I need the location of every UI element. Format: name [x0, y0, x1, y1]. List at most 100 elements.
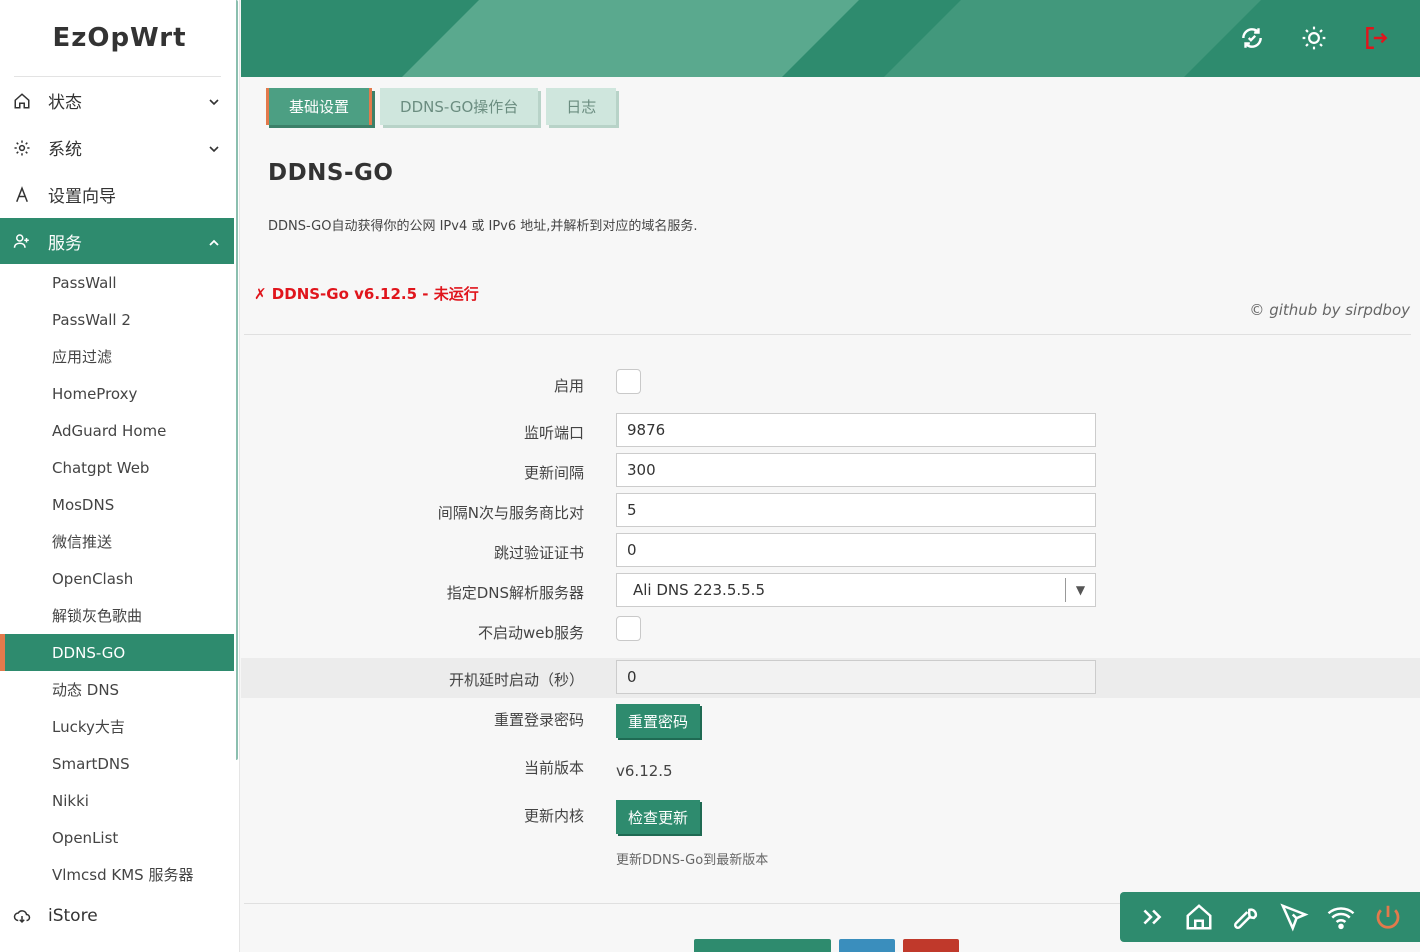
reset-button[interactable] — [903, 939, 959, 952]
status-text: ✗ DDNS-Go v6.12.5 - 未运行 — [254, 285, 479, 303]
sidebar-item-homeproxy[interactable]: HomeProxy — [0, 375, 234, 412]
sidebar-item-adguard[interactable]: AdGuard Home — [0, 412, 234, 449]
brand-logo: EzOpWrt — [52, 23, 187, 53]
sidebar-item-label: 系统 — [48, 140, 82, 160]
core-label: 更新内核 — [523, 807, 584, 825]
sidebar-item-openclash[interactable]: OpenClash — [0, 560, 234, 597]
tab-log[interactable]: 日志 — [546, 88, 617, 125]
form-row-compare: 间隔N次与服务商比对 5 — [241, 491, 1420, 531]
delay-label: 开机延时启动（秒） — [448, 671, 584, 689]
wifi-icon[interactable] — [1323, 899, 1359, 935]
form-row-skip-cert: 跳过验证证书 0 — [241, 531, 1420, 571]
chevron-down-icon — [208, 140, 220, 160]
tab-bar: 基础设置 DDNS-GO操作台 日志 — [266, 88, 617, 125]
sidebar-item-system[interactable]: 系统 — [0, 124, 234, 171]
reset-label: 重置登录密码 — [493, 711, 584, 729]
sidebar-item-label: 状态 — [48, 93, 82, 113]
page-description: DDNS-GO自动获得你的公网 IPv4 或 IPv6 地址,并解析到对应的域名… — [268, 219, 698, 234]
compare-input[interactable]: 5 — [616, 493, 1096, 527]
interval-label: 更新间隔 — [523, 464, 584, 482]
sidebar-item-ddns-go[interactable]: DDNS-GO — [0, 634, 234, 671]
version-label: 当前版本 — [523, 759, 584, 777]
chevron-down-icon — [208, 93, 220, 113]
main-content: 基础设置 DDNS-GO操作台 日志 DDNS-GO DDNS-GO自动获得你的… — [241, 77, 1420, 952]
gear-icon — [12, 138, 32, 158]
sidebar-item-openlist[interactable]: OpenList — [0, 819, 234, 856]
sidebar-item-status[interactable]: 状态 — [0, 77, 234, 124]
logout-icon[interactable] — [1362, 24, 1390, 52]
noweb-label: 不启动web服务 — [477, 624, 584, 642]
save-apply-button[interactable] — [694, 939, 831, 952]
form-row-interval: 更新间隔 300 — [241, 451, 1420, 491]
form-row-dns: 指定DNS解析服务器 Ali DNS 223.5.5.5 ▼ — [241, 571, 1420, 611]
sidebar-scrollbar[interactable] — [234, 0, 238, 760]
dropdown-arrow-icon[interactable]: ▼ — [1065, 578, 1095, 602]
delay-input[interactable]: 0 — [616, 660, 1096, 694]
tab-basic-settings[interactable]: 基础设置 — [266, 88, 373, 125]
sidebar-item-passwall[interactable]: PassWall — [0, 264, 234, 301]
form-row-core: 更新内核 检查更新 更新DDNS-Go到最新版本 — [241, 799, 1420, 868]
port-label: 监听端口 — [523, 424, 584, 442]
page-title: DDNS-GO — [268, 160, 394, 186]
sidebar-item-istore[interactable]: iStore — [0, 893, 234, 939]
sidebar-item-label: 服务 — [48, 233, 82, 254]
reset-password-button[interactable]: 重置密码 — [616, 704, 701, 738]
compare-label: 间隔N次与服务商比对 — [437, 504, 584, 522]
sidebar-item-dynamic-dns[interactable]: 动态 DNS — [0, 671, 234, 708]
form-row-port: 监听端口 9876 — [241, 411, 1420, 451]
dns-select-value: Ali DNS 223.5.5.5 — [633, 581, 765, 599]
form-row-version: 当前版本 v6.12.5 — [241, 755, 1420, 795]
sidebar-item-app-filter[interactable]: 应用过滤 — [0, 338, 234, 375]
send-icon[interactable] — [1276, 899, 1312, 935]
quick-dock — [1120, 892, 1420, 942]
version-value: v6.12.5 — [616, 762, 673, 780]
core-hint: 更新DDNS-Go到最新版本 — [616, 853, 769, 868]
sidebar-item-wizard[interactable]: 设置向导 — [0, 171, 234, 218]
sidebar-item-unblock-music[interactable]: 解锁灰色歌曲 — [0, 597, 234, 634]
form-row-delay: 开机延时启动（秒） 0 — [241, 658, 1420, 698]
skip-cert-input[interactable]: 0 — [616, 533, 1096, 567]
check-update-button[interactable]: 检查更新 — [616, 800, 701, 834]
tab-ddns-go-console[interactable]: DDNS-GO操作台 — [380, 88, 539, 125]
enable-checkbox[interactable] — [616, 369, 641, 394]
users-icon — [12, 231, 32, 251]
wizard-icon — [12, 185, 32, 205]
double-chevron-right-icon[interactable] — [1134, 899, 1170, 935]
sidebar-item-passwall2[interactable]: PassWall 2 — [0, 301, 234, 338]
dns-label: 指定DNS解析服务器 — [446, 584, 584, 602]
services-submenu: PassWall PassWall 2 应用过滤 HomeProxy AdGua… — [0, 264, 234, 893]
dns-select[interactable]: Ali DNS 223.5.5.5 ▼ — [616, 573, 1096, 607]
wrench-icon[interactable] — [1228, 899, 1264, 935]
sidebar-item-mosdns[interactable]: MosDNS — [0, 486, 234, 523]
sidebar-item-smartdns[interactable]: SmartDNS — [0, 745, 234, 782]
power-icon[interactable] — [1370, 899, 1406, 935]
top-header — [241, 0, 1420, 77]
enable-label: 启用 — [553, 377, 584, 395]
header-decoration — [402, 0, 859, 77]
home-icon — [12, 91, 32, 111]
form-row-reset: 重置登录密码 重置密码 — [241, 703, 1420, 743]
credit-text: © github by sirpdboy — [1249, 301, 1410, 319]
sidebar-item-vlmcsd[interactable]: Vlmcsd KMS 服务器 — [0, 856, 234, 893]
form-row-noweb: 不启动web服务 — [241, 611, 1420, 651]
sidebar-item-label: iStore — [48, 906, 98, 926]
bottom-actions — [694, 939, 959, 952]
cloud-download-icon — [12, 906, 32, 926]
noweb-checkbox[interactable] — [616, 616, 641, 641]
sidebar-item-nikki[interactable]: Nikki — [0, 782, 234, 819]
header-decoration — [884, 0, 1261, 77]
home-icon[interactable] — [1181, 899, 1217, 935]
sidebar-item-wechat-push[interactable]: 微信推送 — [0, 523, 234, 560]
theme-sun-icon[interactable] — [1300, 24, 1328, 52]
save-button[interactable] — [839, 939, 895, 952]
refresh-icon[interactable] — [1238, 24, 1266, 52]
sidebar-item-label: 设置向导 — [48, 187, 116, 207]
skip-cert-label: 跳过验证证书 — [493, 544, 584, 562]
sidebar-item-services[interactable]: 服务 — [0, 218, 234, 264]
interval-input[interactable]: 300 — [616, 453, 1096, 487]
divider — [244, 334, 1411, 335]
sidebar-item-chatgpt-web[interactable]: Chatgpt Web — [0, 449, 234, 486]
port-input[interactable]: 9876 — [616, 413, 1096, 447]
sidebar-item-lucky[interactable]: Lucky大吉 — [0, 708, 234, 745]
sidebar: EzOpWrt 状态 系统 设置向导 服务 PassWall PassWall … — [0, 0, 240, 952]
